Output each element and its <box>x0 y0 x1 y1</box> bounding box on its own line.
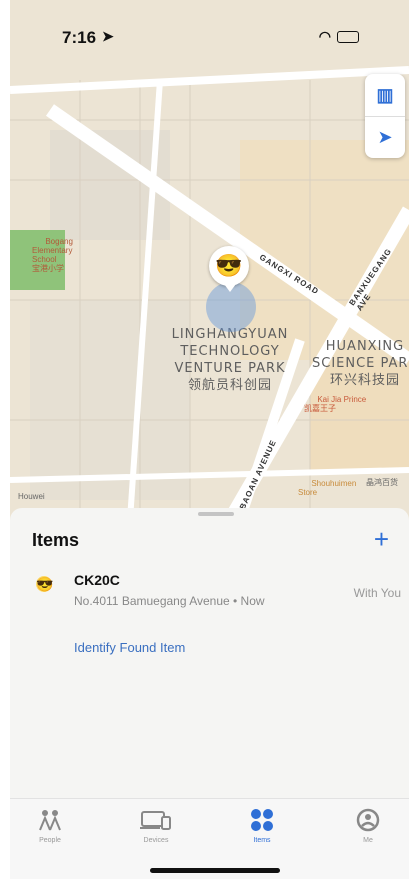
item-name: CK20C <box>74 572 120 588</box>
poi-school-label: Bogang Elementary School 宝港小学 <box>32 237 73 273</box>
devices-icon <box>116 807 196 833</box>
poi-kaijia-label: Kai Jia Prince 凯嘉王子 <box>304 395 367 413</box>
locate-me-button[interactable]: ➤ <box>365 116 405 158</box>
identify-found-item-link[interactable]: Identify Found Item <box>74 640 185 655</box>
item-location: No.4011 Bamuegang Avenue • Now <box>74 594 265 608</box>
tab-bar: People Devices Items Me <box>10 798 409 879</box>
tab-items-label: Items <box>253 837 271 844</box>
location-arrow-icon: ➤ <box>377 126 393 147</box>
poi-school[interactable]: Bogang Elementary School 宝港小学 <box>32 228 73 282</box>
sheet-drag-handle[interactable] <box>198 512 234 516</box>
map-label-huanxing: HUANXING SCIENCE PARK 环兴科技园 <box>312 339 409 388</box>
wifi-icon: ◠ <box>318 28 331 44</box>
poi-houwei-label: Houwei <box>18 492 45 501</box>
add-item-button[interactable]: + <box>374 526 389 552</box>
tab-devices[interactable]: Devices <box>116 807 196 844</box>
poi-houwei: Houwei <box>18 492 45 501</box>
item-status: With You <box>353 586 401 600</box>
tab-people-label: People <box>39 837 61 844</box>
map-label-linghang: LINGHANGYUAN TECHNOLOGY VENTURE PARK 领航员… <box>171 327 289 393</box>
item-emoji-icon: 😎 <box>36 576 54 592</box>
tab-me-label: Me <box>363 837 373 844</box>
poi-store-cn: 晶鸿百货 <box>366 478 398 487</box>
item-location-pin[interactable]: 😎 <box>209 246 249 292</box>
list-item[interactable]: 😎 CK20C No.4011 Bamuegang Avenue • Now W… <box>10 572 409 622</box>
home-indicator <box>150 868 280 873</box>
tab-me[interactable]: Me <box>328 807 408 844</box>
battery-icon <box>337 30 359 43</box>
status-time: 7:16 <box>62 28 97 47</box>
sunglasses-emoji-icon: 😎 <box>215 253 243 278</box>
location-arrow-icon: ➤ <box>102 28 114 44</box>
map-mode-button[interactable]: ▥ <box>365 74 405 117</box>
poi-shouhuimen[interactable]: Shouhuimen Store <box>298 470 356 506</box>
tab-people[interactable]: People <box>10 807 90 844</box>
poi-kaijia[interactable]: Kai Jia Prince 凯嘉王子 <box>304 386 366 422</box>
tab-items[interactable]: Items <box>222 807 302 844</box>
people-icon <box>10 807 90 833</box>
sheet-title: Items <box>32 530 80 550</box>
map-view[interactable]: 7:16 ➤ ◠ ▥ ➤ LINGHANGYUAN TECHNOLOGY VEN… <box>10 0 409 520</box>
items-icon <box>222 807 302 833</box>
poi-shouhuimen-label: Shouhuimen Store <box>298 479 357 497</box>
find-my-screen: 7:16 ➤ ◠ ▥ ➤ LINGHANGYUAN TECHNOLOGY VEN… <box>10 0 409 879</box>
status-bar: 7:16 ➤ ◠ <box>10 28 409 48</box>
map-icon: ▥ <box>376 84 394 105</box>
tab-devices-label: Devices <box>143 837 169 844</box>
poi-store-cn-label: 晶鸿百货 <box>366 478 398 487</box>
map-controls: ▥ ➤ <box>365 74 405 158</box>
me-icon <box>328 807 408 833</box>
